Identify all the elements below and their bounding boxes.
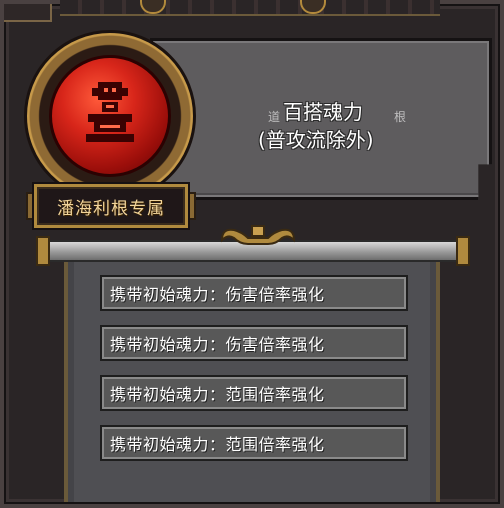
gold-scroll-ornament-icon bbox=[220, 225, 296, 245]
character-name-text: 潘海利根专属 bbox=[57, 198, 165, 219]
stat-label: 携带初始魂力：伤害倍率强化 bbox=[110, 335, 325, 354]
stat-label: 携带初始魂力：范围倍率强化 bbox=[110, 385, 325, 404]
top-trim bbox=[60, 0, 440, 16]
stat-row-2[interactable]: 携带初始魂力：伤害倍率强化 bbox=[100, 325, 408, 361]
stat-label: 携带初始魂力：伤害倍率强化 bbox=[110, 285, 325, 304]
scroll-rod-cap-left bbox=[36, 236, 50, 266]
red-totem-emblem-icon bbox=[86, 82, 134, 142]
description-ghost-text-left: 道 bbox=[268, 110, 281, 124]
stat-row-4[interactable]: 携带初始魂力：范围倍率强化 bbox=[100, 425, 408, 461]
stat-label: 携带初始魂力：范围倍率强化 bbox=[110, 435, 325, 454]
corner-ornament bbox=[4, 4, 52, 22]
scroll-rod-cap-right bbox=[456, 236, 470, 266]
description-title: 百搭魂力 bbox=[283, 100, 363, 124]
character-name-plate: 潘海利根专属 bbox=[34, 184, 188, 228]
description-subtitle: (普攻流除外) bbox=[258, 128, 374, 152]
stat-row-1[interactable]: 携带初始魂力：伤害倍率强化 bbox=[100, 275, 408, 311]
stat-row-3[interactable]: 携带初始魂力：范围倍率强化 bbox=[100, 375, 408, 411]
description-ghost-text-right: 根 bbox=[394, 110, 407, 124]
